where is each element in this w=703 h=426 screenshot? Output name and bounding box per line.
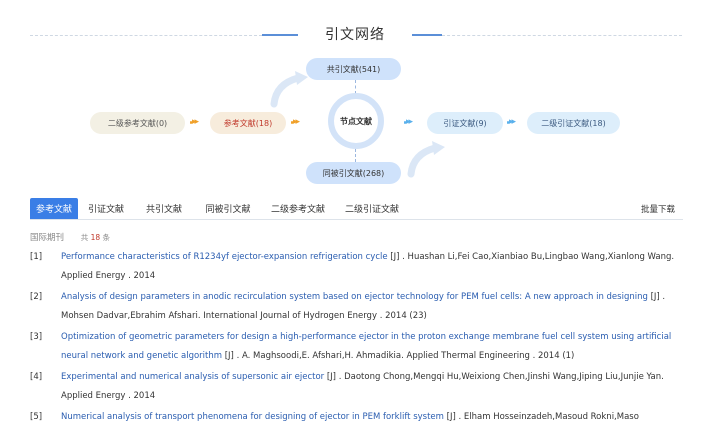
reference-title-link[interactable]: Analysis of design parameters in anodic … (61, 292, 648, 302)
reference-tabs: 参考文献 引证文献 共引文献 同被引文献 二级参考文献 二级引证文献 批量下载 (30, 198, 683, 220)
tab-citations[interactable]: 引证文献 (82, 198, 130, 219)
category-label: 国际期刊 (30, 233, 65, 243)
result-count: 共 18 条 (80, 233, 111, 242)
tab-co-cited[interactable]: 共引文献 (140, 198, 188, 219)
reference-title-link[interactable]: Numerical analysis of transport phenomen… (61, 412, 444, 422)
item-index: [5] (30, 412, 43, 422)
reference-details: [J] . Elham Hosseinzadeh,Masoud Rokni,Ma… (443, 412, 639, 422)
citations-node[interactable]: 引证文献(9) (427, 112, 503, 134)
secondary-references-node[interactable]: 二级参考文献(0) (90, 112, 185, 134)
list-item: [2] Analysis of design parameters in anod… (30, 288, 683, 326)
list-item: [1] Performance characteristics of R1234y… (30, 248, 683, 286)
header-divider-left (30, 35, 262, 36)
co-cited-node[interactable]: 共引文献(541) (306, 58, 401, 80)
arrow-right-icon: ▸▸▸▸ (291, 117, 300, 127)
secondary-citations-node[interactable]: 二级引证文献(18) (527, 112, 620, 134)
reference-details: [J] . A. Maghsoodi,E. Afshari,H. Ahmadik… (222, 351, 575, 361)
header-accent-right (412, 34, 442, 36)
node-document[interactable]: 节点文献 (328, 93, 384, 149)
list-item: [3] Optimization of geometric parameters … (30, 328, 683, 366)
reference-title-link[interactable]: Experimental and numerical analysis of s… (61, 372, 324, 382)
tab-secondary-references[interactable]: 二级参考文献 (266, 198, 330, 219)
references-node[interactable]: 参考文献(18) (210, 112, 286, 134)
section-title: 引文网络 (325, 27, 385, 43)
list-item: [4] Experimental and numerical analysis o… (30, 368, 683, 406)
tab-secondary-citations[interactable]: 二级引证文献 (340, 198, 404, 219)
co-citing-node[interactable]: 同被引文献(268) (306, 162, 401, 184)
curve-arrow-down-icon (407, 141, 445, 178)
arrow-right-icon: ▸▸▸▸ (190, 117, 199, 127)
filter-bar: 国际期刊 共 18 条 (30, 231, 110, 243)
arrow-right-icon: ▸▸▸▸ (404, 117, 413, 127)
header-divider-right (442, 35, 682, 36)
connector-up (355, 80, 356, 94)
arrow-right-icon: ▸▸▸▸ (507, 117, 516, 127)
list-item: [5] Numerical analysis of transport pheno… (30, 408, 683, 426)
curve-arrow-up-icon (270, 71, 308, 108)
header-accent-left (262, 34, 298, 36)
batch-download-button[interactable]: 批量下载 (641, 198, 675, 219)
reference-title-link[interactable]: Performance characteristics of R1234yf e… (61, 252, 388, 262)
reference-list: [1] Performance characteristics of R1234y… (30, 248, 683, 426)
item-index: [1] (30, 252, 43, 262)
item-index: [3] (30, 332, 43, 342)
item-index: [4] (30, 372, 43, 382)
item-index: [2] (30, 292, 43, 302)
connector-down (355, 149, 356, 162)
node-document-label: 节点文献 (340, 116, 372, 126)
tab-references[interactable]: 参考文献 (30, 198, 78, 219)
tab-co-citing[interactable]: 同被引文献 (198, 198, 258, 219)
